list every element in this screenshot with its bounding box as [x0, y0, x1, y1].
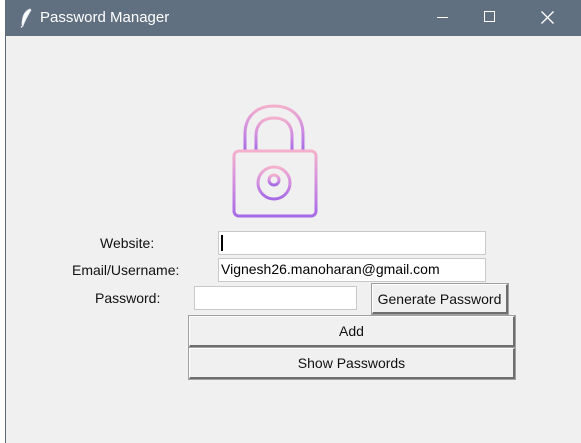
title-bar[interactable]: Password Manager [6, 0, 581, 36]
email-label: Email/Username: [72, 262, 180, 278]
maximize-icon [484, 11, 495, 22]
password-label: Password: [95, 290, 161, 306]
maximize-button[interactable] [466, 0, 512, 36]
website-input[interactable] [218, 231, 486, 255]
text-cursor [221, 235, 223, 251]
email-input[interactable]: Vignesh26.manoharan@gmail.com [218, 258, 486, 282]
add-button[interactable]: Add [188, 315, 516, 348]
generate-password-button[interactable]: Generate Password [371, 283, 509, 315]
app-window: Password Manager Website: Email/Username… [5, 0, 581, 443]
password-input[interactable] [194, 286, 357, 310]
close-button[interactable] [524, 0, 570, 36]
show-passwords-button[interactable]: Show Passwords [188, 347, 516, 380]
padlock-icon [229, 104, 319, 220]
window-title: Password Manager [40, 9, 170, 26]
website-label: Website: [100, 235, 155, 251]
minimize-icon [437, 17, 448, 18]
feather-icon [19, 8, 33, 28]
close-icon [541, 11, 554, 24]
minimize-button[interactable] [420, 0, 466, 36]
